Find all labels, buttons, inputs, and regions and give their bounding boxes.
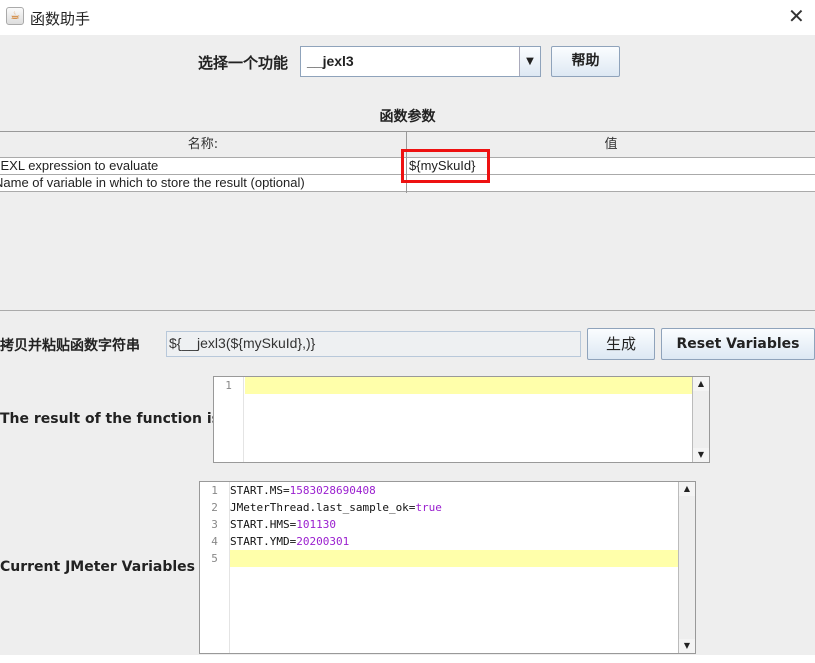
scroll-down-icon[interactable]: ▼ — [693, 448, 709, 462]
variables-editor[interactable]: 1 2 3 4 5 START.MS=1583028690408 JMeterT… — [199, 481, 696, 654]
result-editor[interactable]: 1 ▲ ▼ — [213, 376, 710, 463]
param-name-cell[interactable]: Name of variable in which to store the r… — [0, 175, 406, 192]
variable-value: true — [415, 501, 442, 514]
variable-value: 1583028690408 — [289, 484, 376, 497]
java-app-icon: ☕ — [6, 7, 24, 25]
function-select-label: 选择一个功能 — [198, 54, 289, 72]
variable-line: START.MS=1583028690408 — [230, 482, 678, 499]
current-line — [245, 377, 692, 394]
scroll-up-icon[interactable]: ▲ — [693, 377, 709, 391]
function-select-value: __jexl3 — [307, 53, 354, 69]
function-select[interactable]: __jexl3 ▼ — [300, 46, 541, 77]
help-button[interactable]: 帮助 — [551, 46, 620, 77]
variable-value: 101130 — [296, 518, 336, 531]
copy-label: 拷贝并粘贴函数字符串 — [0, 338, 140, 354]
line-number: 1 — [225, 379, 232, 392]
scroll-down-icon[interactable]: ▼ — [679, 639, 695, 653]
line-number: 2 — [211, 501, 218, 514]
variables-text: START.MS=1583028690408 JMeterThread.last… — [230, 482, 678, 567]
line-number: 4 — [211, 535, 218, 548]
variable-line: START.HMS=101130 — [230, 516, 678, 533]
variable-key: START.YMD= — [230, 535, 297, 548]
current-line — [230, 550, 678, 567]
param-name-cell[interactable]: JEXL expression to evaluate — [0, 158, 406, 175]
scrollbar[interactable]: ▲ ▼ — [678, 482, 695, 653]
variable-value: 20200301 — [296, 535, 350, 548]
title-bar: ☕ 函数助手 ✕ — [0, 0, 815, 35]
result-label: The result of the function is — [0, 411, 220, 427]
divider — [0, 310, 815, 311]
reset-variables-button[interactable]: Reset Variables — [661, 328, 815, 360]
line-gutter: 1 2 3 4 5 — [200, 482, 230, 653]
line-number: 3 — [211, 518, 218, 531]
variables-label: Current JMeter Variables — [0, 559, 195, 575]
function-string-input[interactable]: ${__jexl3(${mySkuId},)} — [166, 331, 581, 357]
highlight-annotation — [401, 149, 490, 183]
line-number: 1 — [211, 484, 218, 497]
variable-line: START.YMD=20200301 — [230, 533, 678, 550]
scrollbar[interactable]: ▲ ▼ — [692, 377, 709, 462]
variable-key: START.MS= — [230, 484, 290, 497]
variable-key: START.HMS= — [230, 518, 297, 531]
chevron-down-icon[interactable]: ▼ — [519, 47, 540, 76]
line-number: 5 — [211, 552, 218, 565]
line-gutter: 1 — [214, 377, 244, 462]
scroll-up-icon[interactable]: ▲ — [679, 482, 695, 496]
params-title: 函数参数 — [379, 109, 436, 125]
variable-line: JMeterThread.last_sample_ok=true — [230, 499, 678, 516]
column-header-name[interactable]: 名称: — [0, 132, 406, 158]
generate-button[interactable]: 生成 — [587, 328, 655, 360]
close-icon[interactable]: ✕ — [788, 4, 805, 28]
variable-key: JMeterThread.last_sample_ok= — [230, 501, 416, 514]
window-title: 函数助手 — [30, 10, 91, 28]
